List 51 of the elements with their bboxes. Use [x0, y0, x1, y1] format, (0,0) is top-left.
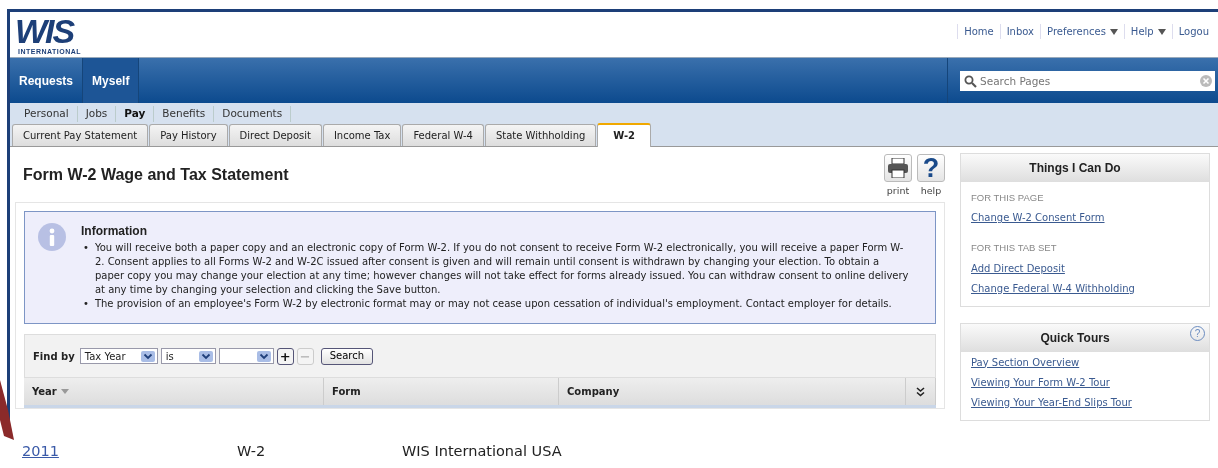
toolbar-label: help [920, 184, 942, 198]
tab[interactable]: Direct Deposit [228, 124, 322, 146]
header-link[interactable]: Help [1123, 24, 1172, 39]
table-cell-text: W-2 [237, 441, 266, 461]
bullet: • [83, 241, 89, 256]
sidebar-link[interactable]: Viewing Your Form W-2 Tour [971, 375, 1199, 390]
section-tab[interactable]: Jobs [77, 106, 117, 122]
sidebar-link[interactable]: Change Federal W-4 Withholding [971, 281, 1199, 296]
header-link[interactable]: Home [957, 24, 1000, 39]
tab[interactable]: Income Tax [322, 124, 402, 146]
filter-select[interactable]: is [160, 348, 216, 365]
page-title: Form W-2 Wage and Tax Statement [23, 165, 289, 185]
table-cell-text: WIS International USA [402, 441, 562, 461]
add-button[interactable]: + [276, 347, 294, 365]
tab[interactable]: Pay History [149, 124, 228, 146]
section-tab[interactable]: Personal [16, 106, 78, 122]
sidebar-link[interactable]: Pay Section Overview [971, 355, 1199, 370]
panel-header: Quick Tours ? [961, 323, 1209, 352]
nav-tab[interactable]: Myself [82, 58, 140, 103]
nav-tab[interactable]: Requests [10, 58, 83, 103]
search-field[interactable]: Search Pages [960, 70, 1215, 91]
header-link[interactable]: Logou [1171, 24, 1215, 39]
year-link[interactable]: 2011 [22, 442, 59, 459]
logo-wordmark: WIS [15, 14, 74, 48]
section-tab[interactable]: Pay [116, 106, 155, 122]
column-header[interactable]: Company [559, 378, 906, 406]
header-link[interactable]: Preferences [1040, 24, 1124, 39]
sidebar-link[interactable]: Viewing Your Year-End Slips Tour [971, 395, 1199, 410]
tab[interactable]: Federal W-4 [402, 124, 484, 146]
bullet: • [83, 297, 89, 312]
sidebar-link[interactable]: Change W-2 Consent Form [971, 211, 1199, 226]
search-button[interactable]: Search [320, 347, 374, 365]
section-heading: FOR THIS PAGE [971, 191, 1045, 205]
section-tab[interactable]: Documents [214, 106, 292, 122]
info-text: The provision of an employee's Form W-2 by electronic format may or may not cease upon cessation of individual's employment. Contact employer for details. [94, 297, 892, 312]
section-tab[interactable]: Benefits [154, 106, 215, 122]
tab[interactable]: State Withholding [484, 124, 597, 146]
tab[interactable]: Current Pay Statement [12, 124, 149, 146]
filter-label: Find by [33, 349, 75, 364]
column-header[interactable]: Form [324, 378, 559, 406]
filter-select[interactable]: Tax Year [79, 348, 158, 365]
tab[interactable]: W-2 [597, 123, 652, 147]
info-title: Information [81, 224, 148, 239]
help-button[interactable]: ? [917, 154, 945, 182]
info-text: You will receive both a paper copy and an electronic copy of Form W-2. If you do not consent to receive Form W-2 electronically, you will receive a paper Form W-2. Consent applies to all Forms W-2 and W-2C issued after consent is given and will remain until consent is withdrawn by changing your election. To obtain a paper copy you may change your election at any time; however changes will not take effect for forms already issued. You can withdraw consent to online delivery at any time by changing your selection and clicking the Save button. [94, 241, 910, 298]
toolbar-label: print [886, 184, 910, 198]
section-heading: FOR THIS TAB SET [971, 241, 1058, 256]
sidebar-link[interactable]: Add Direct Deposit [971, 261, 1199, 276]
column-header[interactable]: Year [24, 378, 324, 406]
header-link[interactable]: Inbox [999, 24, 1041, 39]
panel-header: Things I Can Do [961, 154, 1209, 182]
